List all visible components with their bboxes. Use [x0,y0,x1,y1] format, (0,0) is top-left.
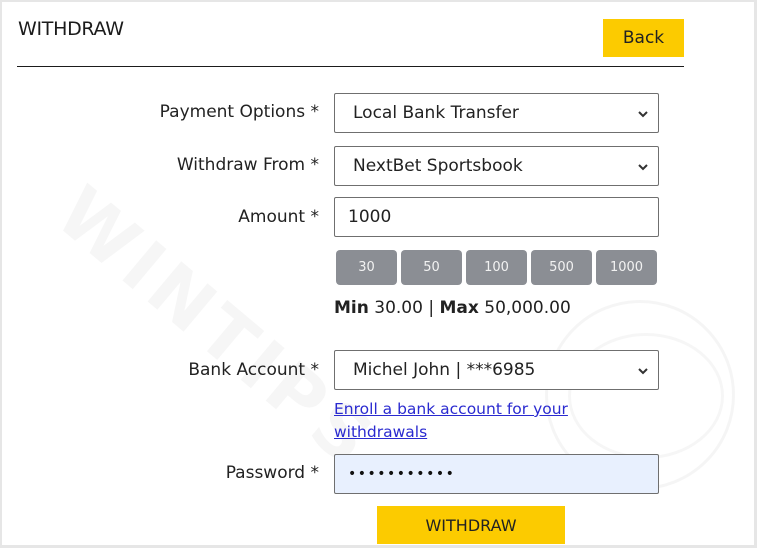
amount-label: Amount * [238,207,319,227]
enroll-bank-account-link[interactable]: Enroll a bank account for your withdrawa… [334,398,594,444]
payment-options-label: Payment Options * [159,102,319,122]
quick-amount-100-button[interactable]: 100 [466,250,527,285]
bank-account-value: Michel John | ***6985 [353,360,536,380]
chevron-down-icon [636,363,650,377]
payment-options-select[interactable]: Local Bank Transfer [334,93,659,133]
withdraw-from-value: NextBet Sportsbook [353,156,523,176]
min-value: 30.00 [374,298,423,318]
quick-amount-1000-button[interactable]: 1000 [596,250,657,285]
back-button[interactable]: Back [603,19,684,57]
bank-account-select[interactable]: Michel John | ***6985 [334,350,659,390]
max-value: 50,000.00 [484,298,571,318]
password-label: Password * [225,463,319,483]
amount-input[interactable]: 1000 [334,197,659,237]
header-divider [17,66,684,67]
withdraw-submit-button[interactable]: WITHDRAW [377,506,565,544]
quick-amount-30-button[interactable]: 30 [336,250,397,285]
limits-separator: | [428,298,435,318]
chevron-down-icon [636,159,650,173]
withdraw-from-select[interactable]: NextBet Sportsbook [334,146,659,186]
payment-options-value: Local Bank Transfer [353,103,519,123]
password-input[interactable]: ••••••••••• [334,454,659,494]
quick-amount-500-button[interactable]: 500 [531,250,592,285]
withdraw-from-label: Withdraw From * [176,155,319,175]
bank-account-label: Bank Account * [188,360,319,380]
amount-value: 1000 [348,207,392,227]
page-title: WITHDRAW [18,18,124,40]
amount-limits: Min 30.00 | Max 50,000.00 [334,298,571,318]
max-label: Max [439,298,479,318]
quick-amount-50-button[interactable]: 50 [401,250,462,285]
chevron-down-icon [636,106,650,120]
min-label: Min [334,298,369,318]
password-masked-value: ••••••••••• [348,466,456,482]
